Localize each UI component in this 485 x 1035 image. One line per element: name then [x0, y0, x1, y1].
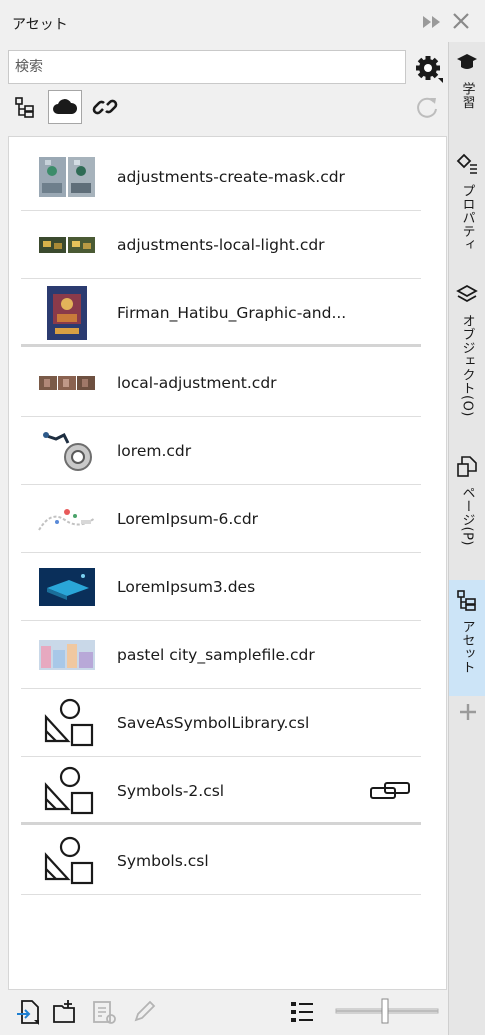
tab-objects[interactable]: オブジェクト(O) [449, 274, 485, 442]
add-docker-icon[interactable] [456, 700, 480, 724]
tab-pages[interactable]: ページ(P) [449, 446, 485, 566]
file-name: LoremIpsum-6.cdr [117, 510, 259, 528]
graduation-cap-icon [455, 50, 479, 74]
file-name: Symbols-2.csl [117, 782, 225, 800]
pencil-icon [134, 1000, 156, 1022]
list-item[interactable]: LoremIpsum-6.cdr [21, 485, 421, 553]
tab-assets[interactable]: アセット [449, 580, 485, 696]
tab-learn[interactable]: 学習 [449, 42, 485, 134]
settings-gear-icon[interactable] [414, 54, 444, 84]
bottom-toolbar [0, 992, 448, 1035]
collapse-arrows-icon[interactable] [420, 13, 444, 31]
list-item[interactable]: LoremIpsum3.des [21, 553, 421, 621]
tab-properties[interactable]: プロパティ [449, 144, 485, 286]
thumbnail-image [37, 357, 97, 409]
symbol-library-icon [37, 765, 97, 817]
thumbnail-image [37, 286, 97, 340]
tree-icon [15, 97, 34, 118]
import-button[interactable] [12, 996, 44, 1028]
source-toolbar [8, 90, 444, 126]
symbol-library-icon [37, 697, 97, 749]
link-button[interactable] [88, 90, 122, 124]
file-name: local-adjustment.cdr [117, 374, 277, 392]
symbol-library-icon [37, 835, 97, 887]
file-name: SaveAsSymbolLibrary.csl [117, 714, 310, 732]
add-folder-button[interactable] [48, 996, 80, 1028]
assets-tree-icon [455, 588, 479, 612]
layers-icon [455, 282, 479, 306]
search-row [8, 50, 406, 84]
tab-label: プロパティ [459, 184, 475, 252]
list-item[interactable]: pastel city_samplefile.cdr [21, 621, 421, 689]
search-input[interactable] [8, 50, 406, 84]
linked-library-icon [370, 782, 410, 799]
add-folder-icon [53, 1000, 75, 1023]
list-item[interactable]: adjustments-create-mask.cdr [21, 143, 421, 211]
assets-docker: アセット 検索 adjustments-create-mask.cdr adju… [0, 0, 485, 1035]
list-view-icon [291, 1002, 313, 1022]
file-name: lorem.cdr [117, 442, 192, 460]
list-item[interactable]: Firman_Hatibu_Graphic-and... [21, 279, 421, 347]
thumbnail-image [37, 151, 97, 203]
close-icon[interactable] [451, 11, 471, 31]
thumbnail-size-slider[interactable] [334, 997, 440, 1025]
refresh-icon [417, 97, 437, 118]
link-icon [92, 99, 118, 115]
thumbnail-image [37, 493, 97, 545]
list-item[interactable]: Symbols.csl [21, 827, 421, 895]
view-mode-button[interactable] [286, 996, 318, 1028]
file-name: Firman_Hatibu_Graphic-and... [117, 304, 347, 322]
docker-title-bar: アセット [0, 0, 485, 42]
cloud-button[interactable] [48, 90, 82, 124]
tab-label: オブジェクト(O) [459, 314, 475, 417]
file-name: adjustments-local-light.cdr [117, 236, 325, 254]
library-tree-button[interactable] [8, 90, 42, 124]
thumbnail-image [37, 219, 97, 271]
tab-label: ページ(P) [459, 486, 475, 546]
list-item[interactable]: Symbols-2.csl [21, 757, 421, 825]
list-item[interactable]: adjustments-local-light.cdr [21, 211, 421, 279]
file-name: pastel city_samplefile.cdr [117, 646, 315, 664]
file-name: LoremIpsum3.des [117, 578, 256, 596]
list-item[interactable]: local-adjustment.cdr [21, 349, 421, 417]
edit-button[interactable] [128, 996, 160, 1028]
docker-title: アセット [12, 17, 68, 33]
document-settings-icon [93, 1001, 116, 1024]
import-icon [17, 1000, 39, 1025]
thumbnail-image [37, 561, 97, 613]
list-item[interactable]: lorem.cdr [21, 417, 421, 485]
cloud-icon [53, 99, 78, 114]
assets-panel: adjustments-create-mask.cdr adjustments-… [0, 42, 448, 1035]
list-item[interactable]: SaveAsSymbolLibrary.csl [21, 689, 421, 757]
file-name: adjustments-create-mask.cdr [117, 168, 345, 186]
properties-button[interactable] [88, 996, 120, 1028]
docker-tab-strip: 学習 プロパティ オブジェクト(O) ページ(P) アセット [448, 42, 485, 1035]
properties-icon [455, 152, 479, 176]
pages-icon [455, 454, 479, 478]
tab-label: アセット [459, 620, 475, 674]
thumbnail-image [37, 425, 97, 477]
thumbnail-image [37, 629, 97, 681]
asset-list[interactable]: adjustments-create-mask.cdr adjustments-… [8, 136, 447, 990]
file-name: Symbols.csl [117, 852, 209, 870]
tab-label: 学習 [459, 82, 475, 109]
refresh-button[interactable] [410, 90, 444, 124]
